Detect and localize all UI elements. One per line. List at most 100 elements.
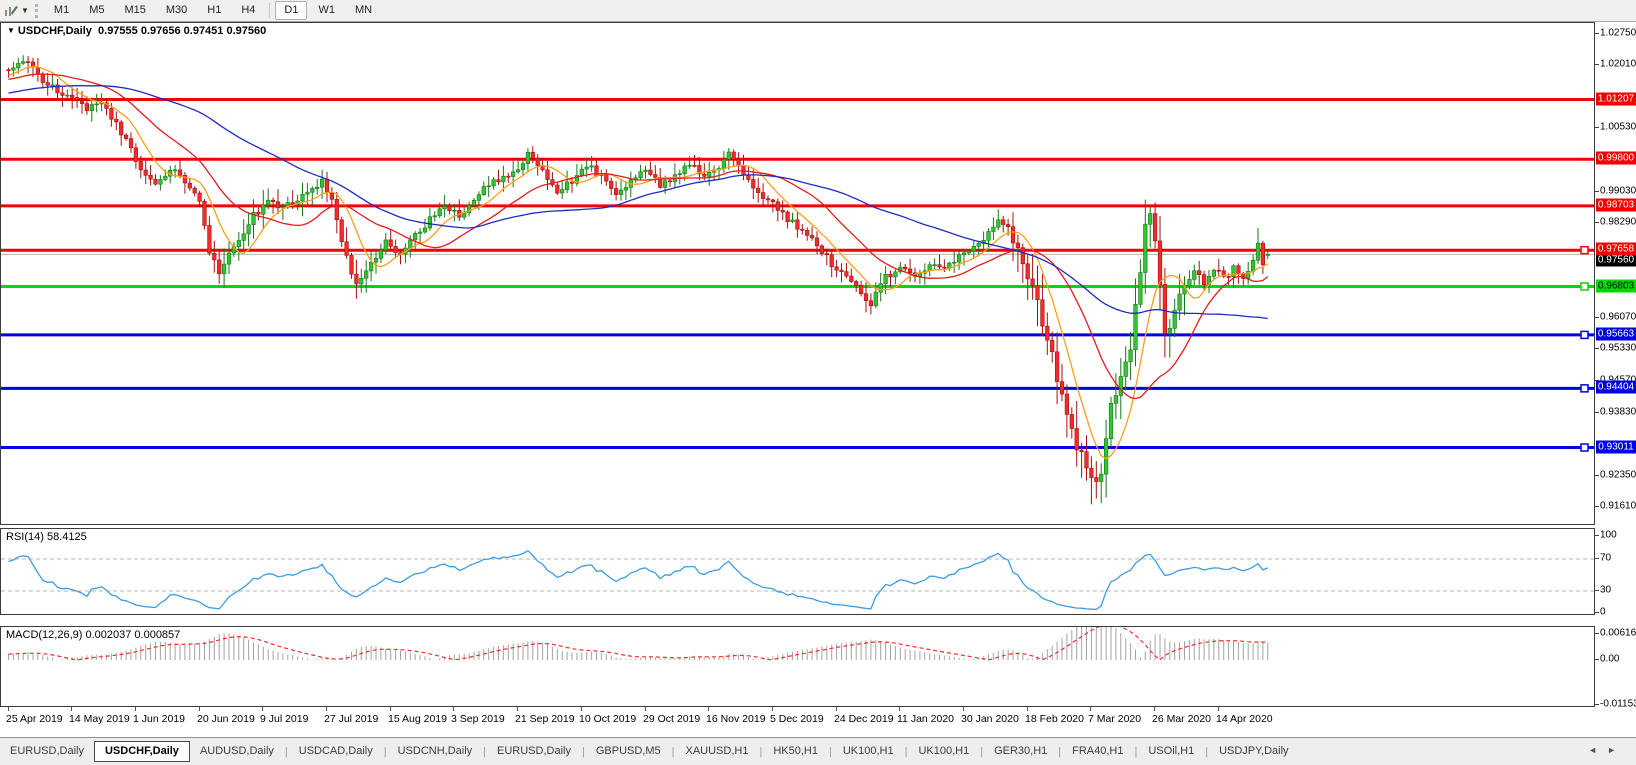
date-tick-mark <box>71 707 72 711</box>
date-tick-mark <box>517 707 518 711</box>
price-tick-label: 0.99030 <box>1600 185 1636 197</box>
tabs-scroll-right-icon[interactable]: ► <box>1607 745 1626 755</box>
chart-tab-xauusd-h1[interactable]: XAUUSD,H1 <box>676 741 759 762</box>
date-axis: 25 Apr 2019 14 May 2019 1 Jun 2019 20 Jun 2… <box>0 707 1595 733</box>
rsi-tick-mark <box>1595 612 1599 613</box>
macd-label: MACD(12,26,9) 0.002037 0.000857 <box>6 629 181 641</box>
date-tick-label: 3 Sep 2019 <box>451 713 505 725</box>
price-tick-label: 1.00530 <box>1600 121 1636 133</box>
price-tick-label: 0.95330 <box>1600 342 1636 354</box>
candlestick-chart <box>1 55 1594 505</box>
chart-tab-eurusd-daily[interactable]: EURUSD,Daily <box>487 741 581 762</box>
price-tick-label: 0.92350 <box>1600 469 1636 481</box>
price-tick-mark <box>1595 348 1599 349</box>
date-tick-label: 10 Oct 2019 <box>579 713 637 725</box>
toolbar-grip[interactable] <box>34 3 38 18</box>
date-tick-mark <box>836 707 837 711</box>
date-tick-label: 21 Sep 2019 <box>515 713 575 725</box>
chart-tab-audusd-daily[interactable]: AUDUSD,Daily <box>190 741 284 762</box>
level-price-box[interactable]: 1.01207 <box>1596 92 1636 106</box>
chart-tab-usdchf-daily[interactable]: USDCHF,Daily <box>93 741 190 762</box>
timeframe-button-mn[interactable]: MN <box>346 1 381 20</box>
timeframe-button-d1[interactable]: D1 <box>275 1 308 20</box>
price-tick-mark <box>1595 127 1599 128</box>
date-tick-mark <box>1218 707 1219 711</box>
chart-title-caret[interactable]: ▼ <box>7 26 15 35</box>
date-tick-label: 16 Nov 2019 <box>706 713 766 725</box>
date-tick-label: 25 Apr 2019 <box>6 713 63 725</box>
date-tick-mark <box>199 707 200 711</box>
price-tick-mark <box>1595 506 1599 507</box>
date-tick-label: 14 Apr 2020 <box>1216 713 1273 725</box>
date-tick-label: 5 Dec 2019 <box>770 713 824 725</box>
chart-tab-gbpusd-m5[interactable]: GBPUSD,M5 <box>586 741 671 762</box>
chart-tab-uk100-h1[interactable]: UK100,H1 <box>833 741 904 762</box>
rsi-axis-label: 70 <box>1600 552 1612 564</box>
rsi-tick-mark <box>1595 558 1599 559</box>
date-tick-label: 1 Jun 2019 <box>133 713 185 725</box>
date-tick-mark <box>1154 707 1155 711</box>
date-tick-mark <box>326 707 327 711</box>
level-price-box[interactable]: 0.95663 <box>1596 327 1636 341</box>
chart-tab-usdcnh-daily[interactable]: USDCNH,Daily <box>388 741 483 762</box>
timeframe-button-h1[interactable]: H1 <box>198 1 230 20</box>
chart-tab-ger30-h1[interactable]: GER30,H1 <box>984 741 1057 762</box>
level-price-box[interactable]: 0.98703 <box>1596 198 1636 212</box>
date-tick-mark <box>453 707 454 711</box>
price-chart-panel[interactable] <box>0 22 1595 525</box>
date-tick-mark <box>262 707 263 711</box>
date-tick-label: 18 Feb 2020 <box>1025 713 1084 725</box>
chart-symbol-label: USDCHF,Daily <box>17 25 92 37</box>
date-tick-label: 9 Jul 2019 <box>260 713 309 725</box>
chart-tab-fra40-h1[interactable]: FRA40,H1 <box>1062 741 1133 762</box>
chart-tab-uk100-h1[interactable]: UK100,H1 <box>908 741 979 762</box>
date-tick-label: 7 Mar 2020 <box>1088 713 1142 725</box>
level-price-box[interactable]: 0.93011 <box>1596 440 1636 454</box>
chart-tab-hk50-h1[interactable]: HK50,H1 <box>763 741 828 762</box>
price-tick-label: 0.93830 <box>1600 406 1636 418</box>
chart-tab-usoil-h1[interactable]: USOil,H1 <box>1138 741 1204 762</box>
date-tick-label: 24 Dec 2019 <box>834 713 894 725</box>
rsi-indicator-panel[interactable] <box>0 528 1595 615</box>
date-tick-label: 14 May 2019 <box>69 713 130 725</box>
date-tick-mark <box>772 707 773 711</box>
price-tick-mark <box>1595 64 1599 65</box>
chart-tab-usdcad-daily[interactable]: USDCAD,Daily <box>289 741 383 762</box>
chart-tool-dropdown-caret[interactable]: ▼ <box>21 6 29 15</box>
chart-tool-icon[interactable] <box>3 4 19 18</box>
price-tick-mark <box>1595 317 1599 318</box>
chart-tab-bar: EURUSD,Daily USDCHF,Daily AUDUSD,Daily | USD… <box>0 737 1636 765</box>
price-tick-label: 0.98290 <box>1600 216 1636 228</box>
timeframe-toolbar: ▼ M1 M5 M15 M30 H1 H4 D1 W1 MN <box>0 0 1636 22</box>
level-price-box[interactable]: 0.96803 <box>1596 279 1636 293</box>
chart-title: ▼ USDCHF,Daily 0.97555 0.97656 0.97451 0.… <box>7 25 266 37</box>
timeframe-button-m5[interactable]: M5 <box>80 1 113 20</box>
date-tick-mark <box>135 707 136 711</box>
level-price-box[interactable]: 0.94404 <box>1596 380 1636 394</box>
date-tick-label: 30 Jan 2020 <box>961 713 1019 725</box>
chart-tab-eurusd-daily[interactable]: EURUSD,Daily <box>0 741 94 762</box>
timeframe-button-m30[interactable]: M30 <box>157 1 196 20</box>
timeframe-button-m1[interactable]: M1 <box>45 1 78 20</box>
price-tick-mark <box>1595 412 1599 413</box>
date-tick-label: 20 Jun 2019 <box>197 713 255 725</box>
timeframe-button-m15[interactable]: M15 <box>115 1 154 20</box>
macd-indicator-panel[interactable] <box>0 626 1595 707</box>
chart-ohlc-values: 0.97555 0.97656 0.97451 0.97560 <box>98 25 267 37</box>
macd-tick-mark <box>1595 633 1599 634</box>
timeframe-button-w1[interactable]: W1 <box>309 1 344 20</box>
macd-axis-label: 0.00 <box>1600 653 1620 665</box>
price-tick-mark <box>1595 33 1599 34</box>
chart-tab-usdjpy-daily[interactable]: USDJPY,Daily <box>1209 741 1299 762</box>
timeframe-button-h4[interactable]: H4 <box>232 1 264 20</box>
macd-tick-mark <box>1595 704 1599 705</box>
macd-axis-label: -0.011531 <box>1600 698 1636 710</box>
price-tick-mark <box>1595 222 1599 223</box>
rsi-axis-label: 100 <box>1600 529 1617 541</box>
date-tick-label: 29 Oct 2019 <box>643 713 701 725</box>
level-price-box[interactable]: 0.97658 <box>1596 242 1636 256</box>
date-tick-label: 11 Jan 2020 <box>897 713 955 725</box>
level-price-box[interactable]: 0.99800 <box>1596 151 1636 165</box>
price-tick-label: 1.02750 <box>1600 27 1636 39</box>
tabs-scroll-left-icon[interactable]: ◄ <box>1588 745 1607 755</box>
